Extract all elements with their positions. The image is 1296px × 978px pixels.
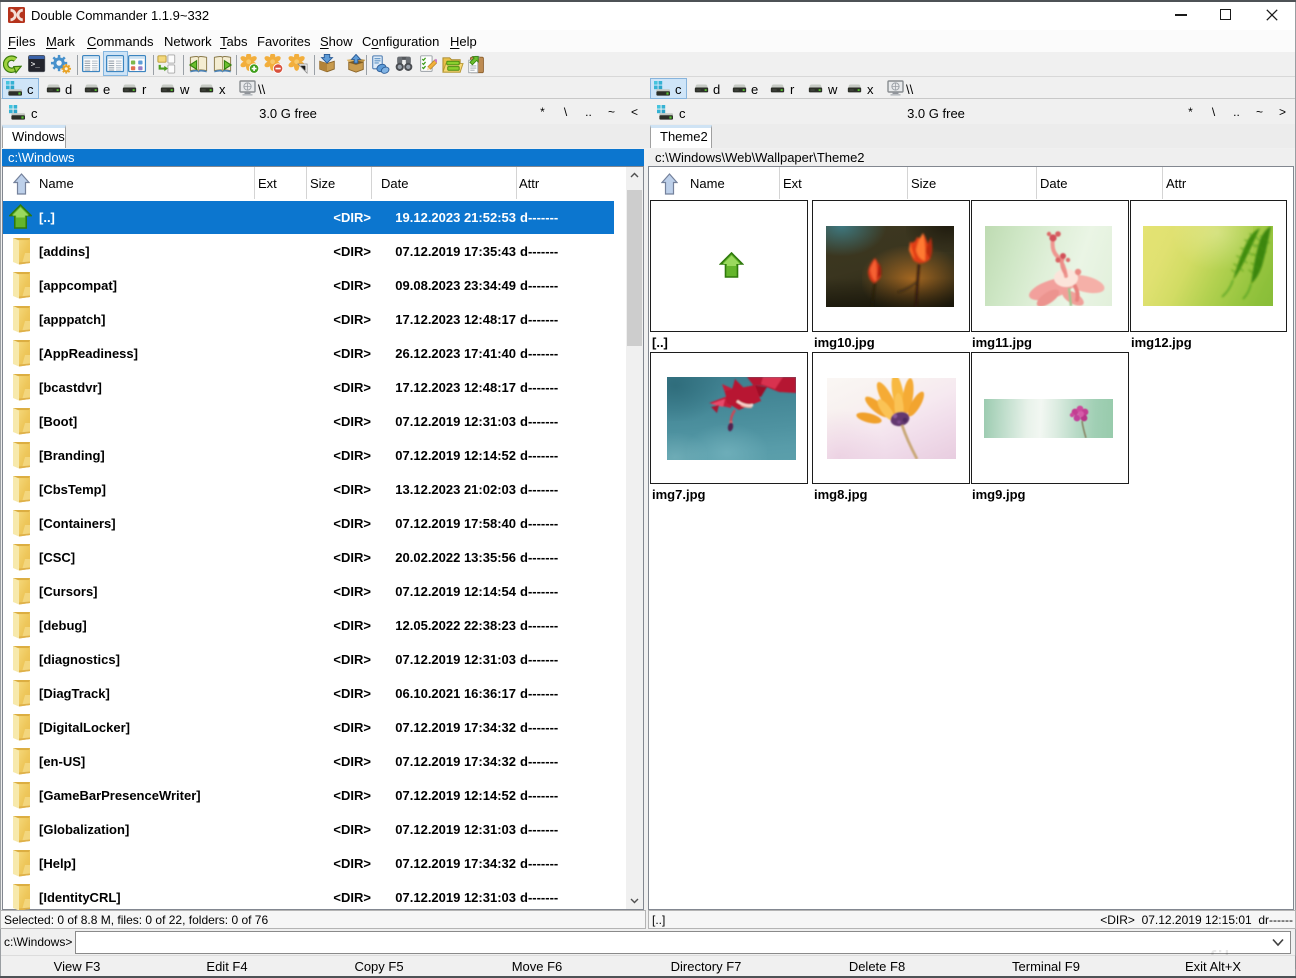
svg-text:>_: >_ [31, 61, 41, 69]
